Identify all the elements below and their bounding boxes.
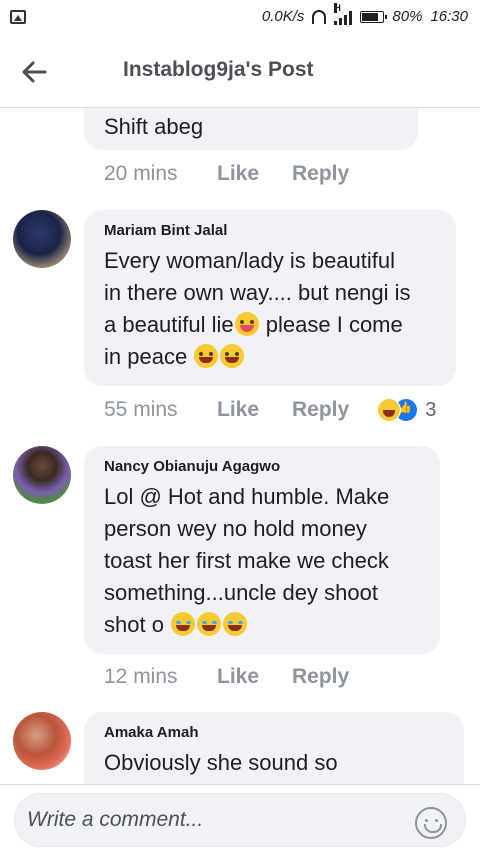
comment-line: something...uncle dey shoot bbox=[104, 580, 378, 605]
comment-bubble[interactable]: Amaka Amah Obviously she sound so bbox=[84, 712, 464, 784]
comment-time: 20 mins bbox=[104, 162, 178, 185]
emoji-icon[interactable] bbox=[415, 807, 447, 839]
reaction-summary[interactable]: 3 bbox=[377, 398, 436, 422]
comment-line: person wey no hold money bbox=[104, 516, 367, 541]
reply-button[interactable]: Reply bbox=[292, 162, 349, 186]
image-icon bbox=[10, 10, 26, 24]
status-bar-right: 0.0K/s H 80% 16:30 bbox=[261, 2, 468, 25]
comment-bubble[interactable]: Nancy Obianuju Agagwo Lol @ Hot and humb… bbox=[84, 446, 440, 654]
comment-bubble[interactable]: Shift abeg bbox=[84, 108, 418, 150]
tears-of-joy-emoji-icon bbox=[171, 612, 196, 636]
comment-line-part: a beautiful lie bbox=[104, 312, 234, 337]
reaction-count: 3 bbox=[425, 398, 437, 421]
back-button[interactable] bbox=[16, 54, 52, 90]
comment-input[interactable]: Write a comment... bbox=[14, 793, 466, 847]
zany-face-emoji-icon bbox=[234, 312, 259, 336]
status-bar: 0.0K/s H 80% 16:30 bbox=[0, 0, 480, 36]
battery-icon bbox=[360, 10, 388, 23]
comment-input-placeholder: Write a comment... bbox=[27, 808, 204, 831]
clock: 16:30 bbox=[430, 8, 468, 25]
comment-time: 55 mins bbox=[104, 398, 178, 421]
comment-line: in peace bbox=[104, 341, 438, 373]
back-arrow-icon bbox=[22, 61, 47, 83]
comment-author[interactable]: Amaka Amah bbox=[104, 724, 446, 741]
comment-line-part: in peace bbox=[104, 344, 188, 369]
avatar[interactable] bbox=[13, 446, 71, 504]
haha-reaction-icon bbox=[377, 398, 402, 422]
tears-of-joy-emoji-icon bbox=[223, 612, 248, 636]
post-header: Instablog9ja's Post bbox=[0, 36, 480, 108]
comment-line-part: shot o bbox=[104, 612, 164, 637]
comment-line: Every woman/lady is beautiful bbox=[104, 248, 396, 273]
reply-button[interactable]: Reply bbox=[292, 665, 349, 689]
signal-icon: H bbox=[334, 2, 353, 25]
comment-meta: 12 mins Like Reply bbox=[104, 665, 349, 689]
comment-line: a beautiful lie please I come bbox=[104, 309, 438, 341]
comment-line: shot o bbox=[104, 609, 422, 641]
comment-text: Every woman/lady is beautiful in there o… bbox=[104, 245, 438, 373]
network-type-label: H bbox=[334, 2, 341, 13]
comment-text: Obviously she sound so bbox=[104, 750, 338, 775]
comment-author[interactable]: Mariam Bint Jalal bbox=[104, 222, 438, 239]
page-title: Instablog9ja's Post bbox=[123, 58, 314, 81]
comment-meta: 20 mins Like Reply bbox=[104, 162, 349, 186]
like-button[interactable]: Like bbox=[217, 162, 292, 186]
comment-line: Lol @ Hot and humble. Make bbox=[104, 484, 390, 509]
sneezing-face-emoji-icon bbox=[220, 344, 245, 368]
sneezing-face-emoji-icon bbox=[194, 344, 219, 368]
avatar[interactable] bbox=[13, 210, 71, 268]
comment-text: Lol @ Hot and humble. Make person wey no… bbox=[104, 481, 422, 641]
like-button[interactable]: Like bbox=[217, 398, 292, 422]
like-button[interactable]: Like bbox=[217, 665, 292, 689]
comment-bubble[interactable]: Mariam Bint Jalal Every woman/lady is be… bbox=[84, 210, 456, 386]
comment-text: Shift abeg bbox=[104, 114, 204, 139]
comment-line: toast her first make we check bbox=[104, 548, 389, 573]
comments-list[interactable]: Shift abeg 20 mins Like Reply Mariam Bin… bbox=[0, 108, 480, 784]
headset-icon bbox=[312, 9, 327, 24]
comment-line: in there own way.... but nengi is bbox=[104, 280, 411, 305]
comment-author[interactable]: Nancy Obianuju Agagwo bbox=[104, 458, 422, 475]
comment-line-part: please I come bbox=[265, 312, 403, 337]
battery-percent: 80% bbox=[392, 8, 423, 25]
net-speed: 0.0K/s bbox=[261, 8, 305, 25]
reply-button[interactable]: Reply bbox=[292, 398, 349, 422]
tears-of-joy-emoji-icon bbox=[197, 612, 222, 636]
comment-meta: 55 mins Like Reply 3 bbox=[104, 398, 436, 422]
comment-composer: Write a comment... bbox=[0, 784, 480, 854]
comment-time: 12 mins bbox=[104, 665, 178, 688]
avatar[interactable] bbox=[13, 712, 71, 770]
